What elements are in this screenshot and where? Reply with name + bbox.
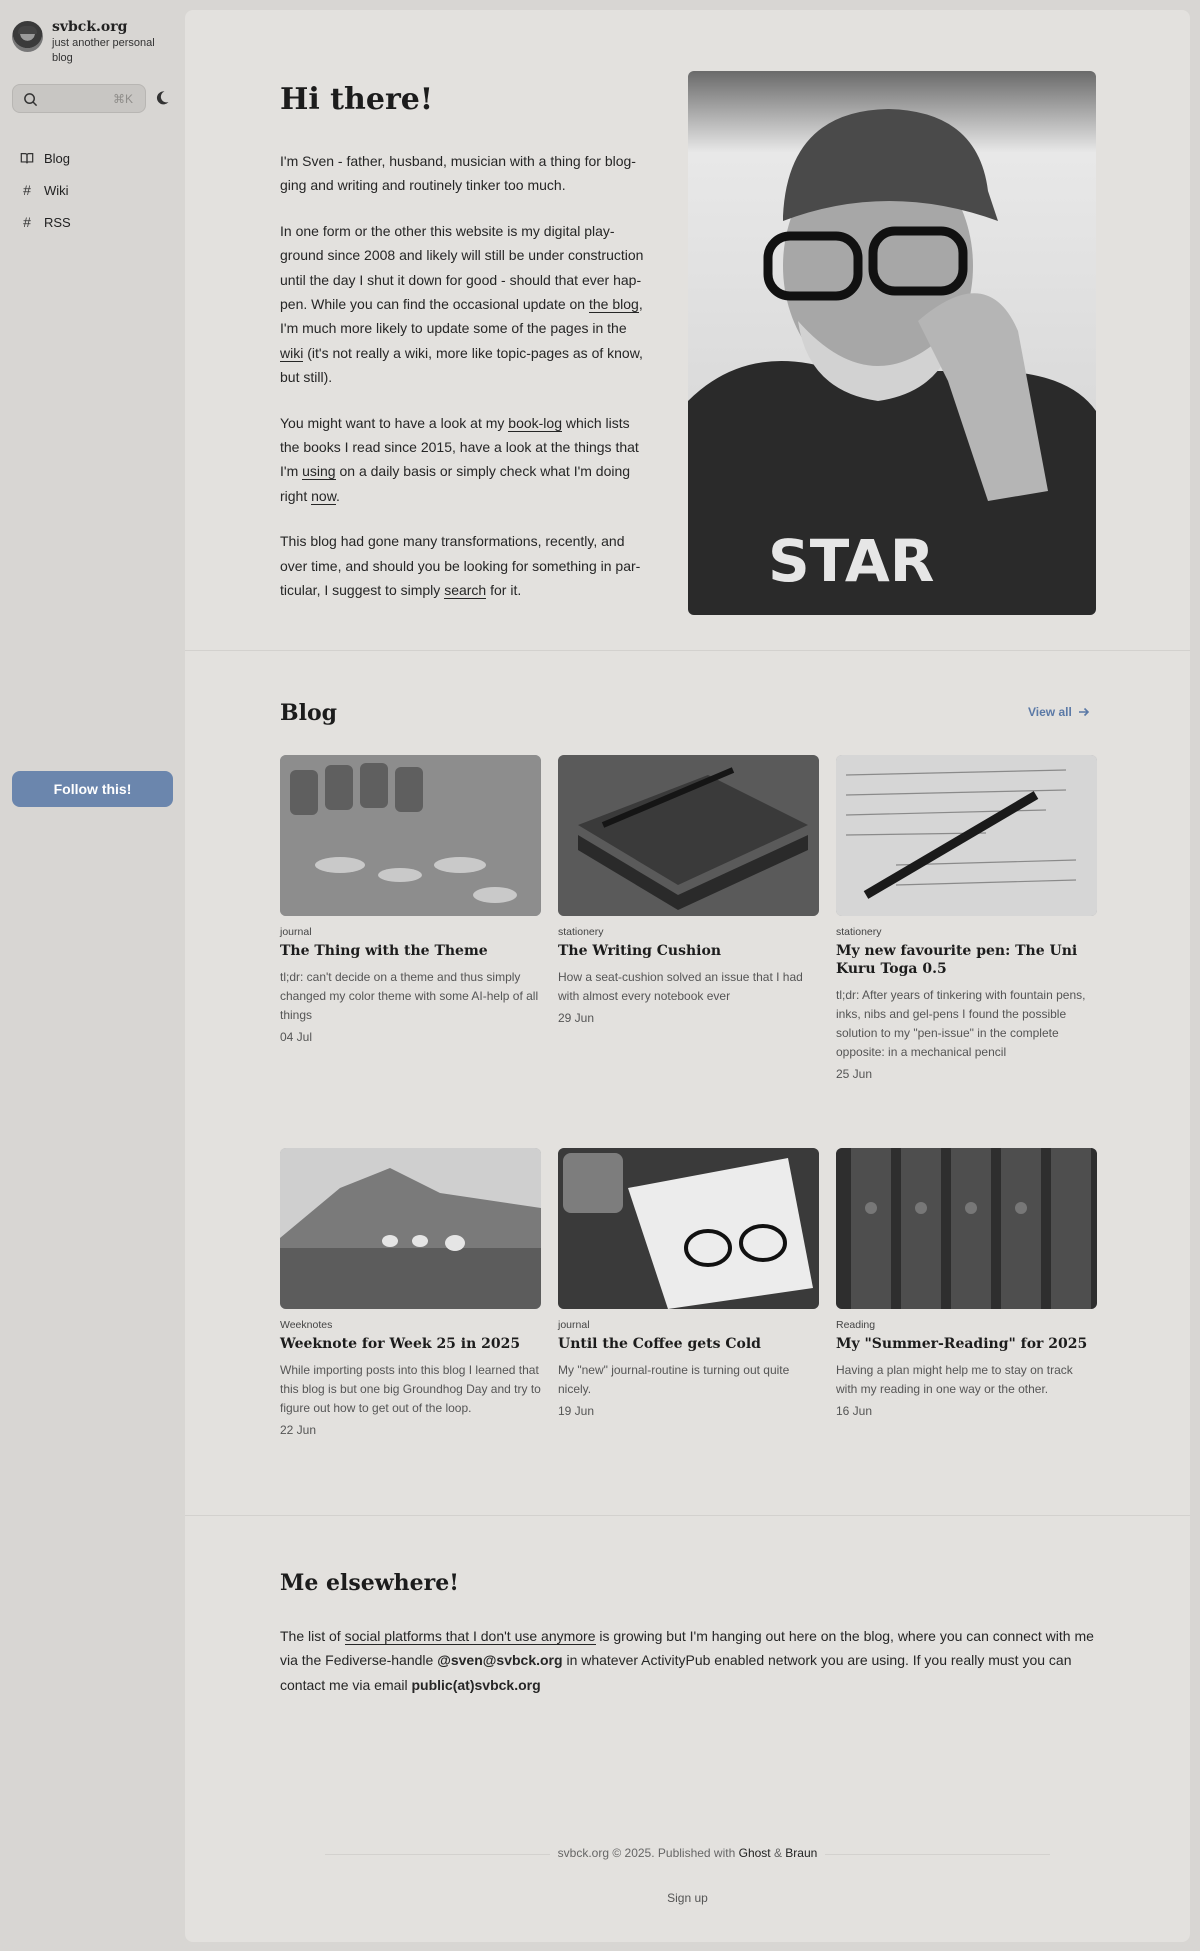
main-content: Hi there! I'm Sven - father, husband, mu… [185,10,1190,1942]
blog-link[interactable]: the blog [588,296,639,314]
post-card[interactable]: Weeknotes Weeknote for Week 25 in 2025 W… [280,1148,541,1437]
post-title[interactable]: My new favourite pen: The Uni Kuru Toga … [836,942,1097,978]
social-platforms-link[interactable]: social platforms that I don't use anymor… [344,1628,596,1645]
search-icon [24,93,38,107]
braun-link[interactable]: Braun [785,1846,817,1860]
post-thumbnail [836,755,1097,916]
post-tag: journal [280,926,312,938]
post-card[interactable]: Reading My "Summer-Reading" for 2025 Hav… [836,1148,1097,1418]
search-input[interactable]: ⌘K [12,84,146,113]
section-divider [185,650,1190,651]
now-link[interactable]: now [311,487,337,505]
post-card[interactable]: journal Until the Coffee gets Cold My "n… [558,1148,819,1418]
intro-paragraph: This blog had gone many transformations,… [280,533,641,600]
post-date: 04 Jul [280,1030,313,1044]
follow-button[interactable]: Follow this! [12,771,173,807]
sidebar-item-blog[interactable]: Blog [20,142,71,174]
post-excerpt: Having a plan might help me to stay on t… [836,1363,1073,1396]
avatar [12,21,43,52]
view-all-link[interactable]: View all [1028,705,1090,719]
signup-link[interactable]: Sign up [185,1891,1190,1905]
site-brand[interactable]: svbck.org just another personal blog [12,18,162,66]
fediverse-handle: @sven@svbck.org [437,1652,563,1669]
sidebar-item-label: Wiki [44,182,69,198]
sidebar-item-label: RSS [44,214,71,230]
moon-icon[interactable] [154,90,170,106]
hash-icon: # [23,182,31,198]
post-date: 25 Jun [836,1067,873,1081]
elsewhere-text: The list of social platforms that I don'… [280,1628,1094,1693]
search-shortcut: ⌘K [112,92,133,106]
intro-paragraph: In one form or the other this website is… [280,222,644,386]
post-card[interactable]: journal The Thing with the Theme tl;dr: … [280,755,541,1044]
wiki-link[interactable]: wiki [280,344,304,362]
portrait-photo: STAR [688,71,1096,615]
post-tag: journal [558,1319,590,1331]
sidebar-item-rss[interactable]: # RSS [20,206,71,238]
post-title[interactable]: The Writing Cushion [558,942,819,960]
blog-section-title: Blog [280,700,338,726]
sidebar: svbck.org just another personal blog ⌘K … [0,0,185,1951]
post-title[interactable]: Weeknote for Week 25 in 2025 [280,1335,541,1353]
post-excerpt: While importing posts into this blog I l… [280,1363,541,1415]
sidebar-nav: Blog # Wiki # RSS [20,142,71,238]
post-thumbnail [558,1148,819,1309]
page-title: Hi there! [280,82,434,117]
site-tagline: just another personal blog [52,37,155,64]
post-tag: Reading [836,1319,876,1331]
post-title[interactable]: Until the Coffee gets Cold [558,1335,819,1353]
post-excerpt: My "new" journal-routine is turning out … [558,1363,790,1396]
post-excerpt: tl;dr: After years of tinkering with fou… [836,988,1086,1059]
post-date: 16 Jun [836,1404,873,1418]
post-title[interactable]: My "Summer-Reading" for 2025 [836,1335,1097,1353]
contact-email: public(at)svbck.org [411,1676,541,1693]
post-tag: Weeknotes [280,1319,333,1331]
post-title[interactable]: The Thing with the Theme [280,942,541,960]
post-excerpt: How a seat-cushion solved an issue that … [558,970,803,1003]
post-thumbnail [836,1148,1097,1309]
intro-text: I'm Sven - father, husband, musician wit… [280,149,653,624]
post-date: 19 Jun [558,1404,595,1418]
footer-text: svbck.org © 2025. Published with Ghost &… [557,1846,818,1860]
view-all-label: View all [1028,705,1072,719]
using-link[interactable]: using [302,463,336,481]
post-card[interactable]: stationery My new favourite pen: The Uni… [836,755,1097,1081]
intro-paragraph: You might want to have a look at my book… [280,414,639,505]
post-date: 22 Jun [280,1423,317,1437]
post-date: 29 Jun [558,1011,595,1025]
search-link[interactable]: search [444,582,487,600]
post-thumbnail [280,1148,541,1309]
sidebar-item-wiki[interactable]: # Wiki [20,174,71,206]
post-excerpt: tl;dr: can't decide on a theme and thus … [280,970,539,1022]
post-tag: stationery [836,926,882,938]
site-title[interactable]: svbck.org [52,18,162,36]
post-thumbnail [558,755,819,916]
section-divider [185,1515,1190,1516]
post-card[interactable]: stationery The Writing Cushion How a sea… [558,755,819,1025]
hash-icon: # [23,214,31,230]
post-thumbnail [280,755,541,916]
sidebar-item-label: Blog [44,150,71,166]
book-icon [20,151,34,165]
ghost-link[interactable]: Ghost [739,1846,771,1860]
arrow-right-icon [1078,707,1089,717]
svg-text:STAR: STAR [768,527,934,595]
post-tag: stationery [558,926,604,938]
elsewhere-section-title: Me elsewhere! [280,1570,459,1596]
intro-paragraph: I'm Sven - father, husband, musician wit… [280,153,636,194]
book-log-link[interactable]: book-log [508,414,562,432]
